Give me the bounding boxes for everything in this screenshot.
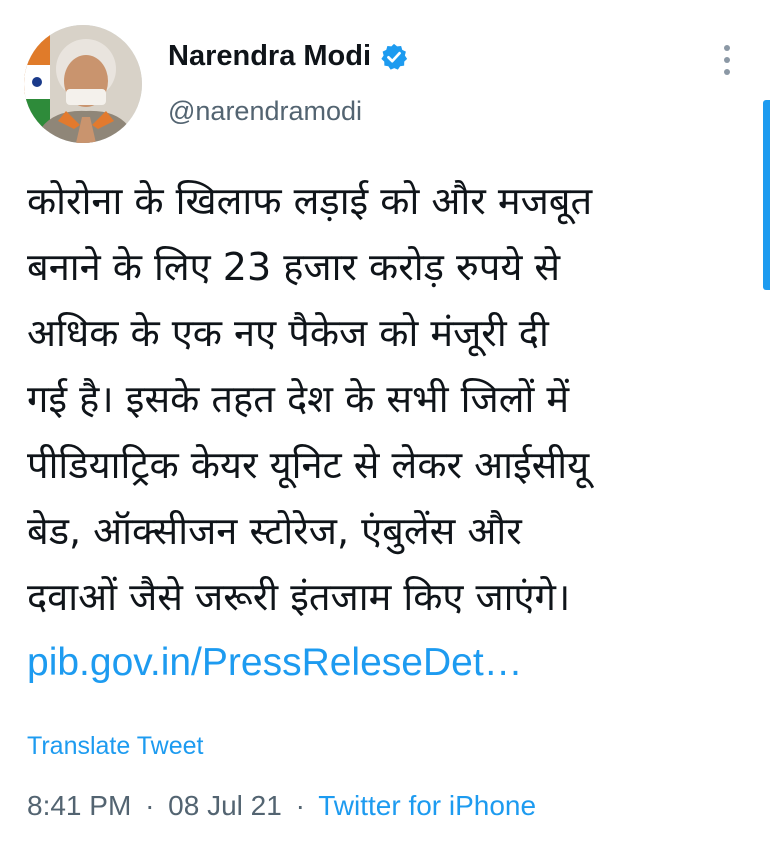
tweet-text-line: बेड, ऑक्सीजन स्टोरेज, एंबुलेंस और — [27, 509, 522, 553]
verified-badge-icon — [379, 42, 409, 72]
scroll-indicator — [763, 100, 770, 290]
tweet-text-line: दवाओं जैसे जरूरी इंतजाम किए जाएंगे। — [27, 575, 571, 619]
more-dot — [724, 69, 730, 75]
meta-separator: · — [295, 790, 305, 821]
tweet-text-line: बनाने के लिए 23 हजार करोड़ रुपये से — [27, 245, 561, 289]
more-options-icon[interactable] — [712, 40, 742, 80]
tweet-text-line: कोरोना के खिलाफ लड़ाई को और मजबूत — [27, 179, 593, 223]
tweet-link[interactable]: pib.gov.in/PressReleseDet… — [27, 630, 747, 696]
author-display-name[interactable]: Narendra Modi — [168, 40, 371, 73]
avatar[interactable] — [24, 25, 142, 143]
author-handle[interactable]: @narendramodi — [168, 96, 362, 127]
profile-photo — [24, 25, 142, 143]
tweet-text-line: गई है। इसके तहत देश के सभी जिलों में — [27, 377, 570, 421]
tweet-text-line: अधिक के एक नए पैकेज को मंजूरी दी — [27, 311, 549, 355]
tweet-header: Narendra Modi @narendramodi — [0, 0, 770, 150]
meta-separator: · — [145, 790, 155, 821]
tweet-text-line: पीडियाट्रिक केयर यूनिट से लेकर आईसीयू — [27, 443, 590, 487]
more-dot — [724, 57, 730, 63]
tweet-meta: 8:41 PM · 08 Jul 21 · Twitter for iPhone — [27, 790, 536, 822]
tweet-time[interactable]: 8:41 PM — [27, 790, 131, 821]
more-dot — [724, 45, 730, 51]
tweet-date[interactable]: 08 Jul 21 — [168, 790, 282, 821]
translate-tweet-link[interactable]: Translate Tweet — [27, 732, 203, 761]
name-row: Narendra Modi — [168, 40, 409, 73]
tweet-source-link[interactable]: Twitter for iPhone — [318, 790, 536, 821]
tweet-text: कोरोना के खिलाफ लड़ाई को और मजबूत बनाने … — [27, 168, 747, 696]
